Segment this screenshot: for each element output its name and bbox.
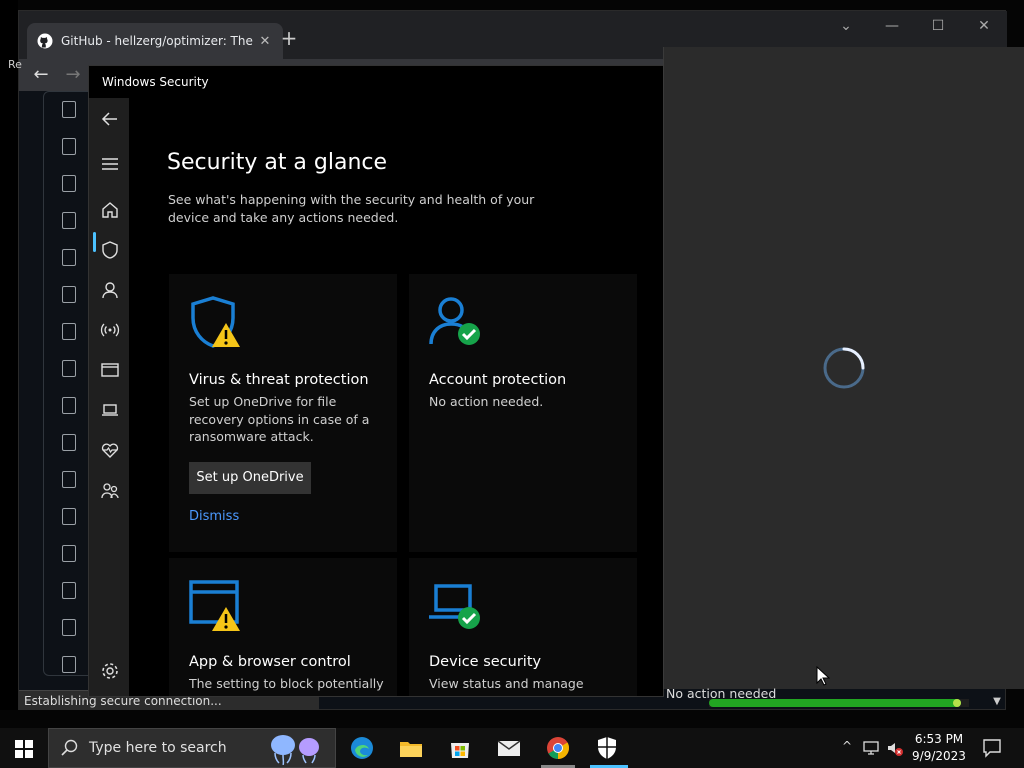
windows-start-icon[interactable] bbox=[15, 740, 33, 758]
page-title: Security at a glance bbox=[167, 150, 388, 175]
file-icon[interactable] bbox=[62, 434, 76, 451]
maximize-icon[interactable]: ☐ bbox=[915, 11, 961, 41]
volume-muted-icon[interactable] bbox=[886, 739, 904, 757]
family-icon[interactable] bbox=[99, 480, 121, 502]
desktop-edge: Re bbox=[0, 0, 22, 710]
browser-tab-title: GitHub - hellzerg/optimizer: The bbox=[61, 34, 253, 48]
system-clock[interactable]: 6:53 PM 9/9/2023 bbox=[910, 731, 968, 765]
tab-search-icon[interactable]: ⌄ bbox=[823, 11, 869, 41]
browser-warning-icon bbox=[189, 580, 240, 631]
person-check-icon bbox=[429, 297, 480, 345]
minimize-icon[interactable]: — bbox=[869, 11, 915, 41]
file-explorer-icon[interactable] bbox=[399, 736, 423, 760]
setup-onedrive-button[interactable]: Set up OneDrive bbox=[189, 462, 311, 494]
search-icon bbox=[61, 739, 78, 756]
card-description: The setting to block potentially unwante… bbox=[189, 676, 384, 696]
card-description: No action needed. bbox=[429, 394, 544, 409]
settings-gear-icon[interactable] bbox=[99, 660, 121, 682]
file-icon[interactable] bbox=[62, 175, 76, 192]
mouse-cursor-icon bbox=[816, 666, 830, 686]
card-title: App & browser control bbox=[189, 654, 351, 670]
file-icon[interactable] bbox=[62, 397, 76, 414]
file-icon[interactable] bbox=[62, 212, 76, 229]
forward-button[interactable]: → bbox=[61, 63, 85, 87]
file-icon[interactable] bbox=[62, 545, 76, 562]
file-icon[interactable] bbox=[62, 471, 76, 488]
card-title: Account protection bbox=[429, 372, 567, 388]
taskbar: Type here to search ^ 6:53 PM 9/9/2023 bbox=[0, 728, 1024, 768]
edge-text: Re bbox=[8, 58, 22, 71]
back-button[interactable]: ← bbox=[29, 63, 53, 87]
search-highlight-jellyfish-icon bbox=[271, 735, 319, 765]
active-nav-indicator bbox=[93, 232, 96, 252]
laptop-check-icon bbox=[429, 584, 480, 629]
hamburger-menu-icon[interactable] bbox=[99, 153, 121, 175]
app-browser-card[interactable]: App & browser control The setting to blo… bbox=[169, 558, 397, 696]
file-icon[interactable] bbox=[62, 508, 76, 525]
browser-tab[interactable]: GitHub - hellzerg/optimizer: The ✕ bbox=[27, 23, 283, 59]
wireless-signal-icon[interactable] bbox=[99, 319, 121, 341]
file-icon[interactable] bbox=[62, 582, 76, 599]
clock-time: 6:53 PM bbox=[914, 732, 964, 746]
close-tab-icon[interactable]: ✕ bbox=[257, 34, 273, 49]
notification-center-icon[interactable] bbox=[982, 738, 1002, 758]
file-icon[interactable] bbox=[62, 249, 76, 266]
file-icon[interactable] bbox=[62, 360, 76, 377]
file-icon[interactable] bbox=[62, 656, 76, 673]
microsoft-store-icon[interactable] bbox=[448, 736, 472, 760]
heart-pulse-icon[interactable] bbox=[99, 439, 121, 461]
dismiss-link[interactable]: Dismiss bbox=[189, 509, 239, 524]
page-subtitle: See what's happening with the security a… bbox=[168, 192, 535, 225]
scroll-down-arrow-icon[interactable]: ▼ bbox=[987, 693, 1007, 711]
device-security-card[interactable]: Device security View status and manage h… bbox=[409, 558, 637, 696]
chrome-icon[interactable] bbox=[546, 736, 570, 760]
load-progress-dot bbox=[953, 699, 961, 707]
taskbar-search-box[interactable]: Type here to search bbox=[48, 728, 336, 768]
back-arrow-icon[interactable] bbox=[99, 108, 121, 130]
security-dashboard: Security at a glance See what's happenin… bbox=[129, 98, 663, 696]
file-icon[interactable] bbox=[62, 619, 76, 636]
app-browser-icon[interactable] bbox=[99, 359, 121, 381]
windows-security-window: Windows Security Security at a glance Se… bbox=[88, 65, 664, 697]
card-description: Set up OneDrive for file recovery option… bbox=[189, 394, 370, 444]
edge-browser-icon[interactable] bbox=[350, 736, 374, 760]
card-title: Device security bbox=[429, 654, 542, 670]
close-window-icon[interactable]: ✕ bbox=[961, 11, 1007, 41]
card-title: Virus & threat protection bbox=[189, 372, 369, 388]
windows-security-shield-icon[interactable] bbox=[595, 736, 619, 760]
shield-warning-icon bbox=[191, 296, 240, 348]
card-description: View status and manage hardware security… bbox=[429, 676, 597, 696]
virus-threat-card[interactable]: Virus & threat protection Set up OneDriv… bbox=[169, 274, 397, 552]
account-protection-card[interactable]: Account protection No action needed. bbox=[409, 274, 637, 552]
clock-date: 9/9/2023 bbox=[912, 749, 966, 763]
search-placeholder: Type here to search bbox=[89, 740, 227, 756]
shield-icon[interactable] bbox=[99, 239, 121, 261]
loading-window bbox=[663, 47, 1024, 689]
home-icon[interactable] bbox=[99, 199, 121, 221]
network-icon[interactable] bbox=[862, 739, 880, 757]
mail-icon[interactable] bbox=[497, 736, 521, 760]
new-tab-button[interactable]: + bbox=[277, 27, 301, 51]
github-icon bbox=[37, 33, 53, 49]
loading-spinner-icon bbox=[823, 347, 865, 389]
desktop: GitHub - hellzerg/optimizer: The ✕ + ⌄ —… bbox=[0, 0, 1024, 768]
file-icon[interactable] bbox=[62, 286, 76, 303]
window-title: Windows Security bbox=[89, 66, 663, 98]
file-icon[interactable] bbox=[62, 138, 76, 155]
show-hidden-icons-icon[interactable]: ^ bbox=[838, 739, 856, 757]
file-icon[interactable] bbox=[62, 323, 76, 340]
laptop-icon[interactable] bbox=[99, 399, 121, 421]
person-icon[interactable] bbox=[99, 279, 121, 301]
file-icon[interactable] bbox=[62, 101, 76, 118]
browser-window-controls: ⌄ — ☐ ✕ bbox=[823, 11, 1007, 41]
partial-status-text: No action needed bbox=[666, 686, 777, 701]
nav-rail bbox=[89, 98, 129, 696]
